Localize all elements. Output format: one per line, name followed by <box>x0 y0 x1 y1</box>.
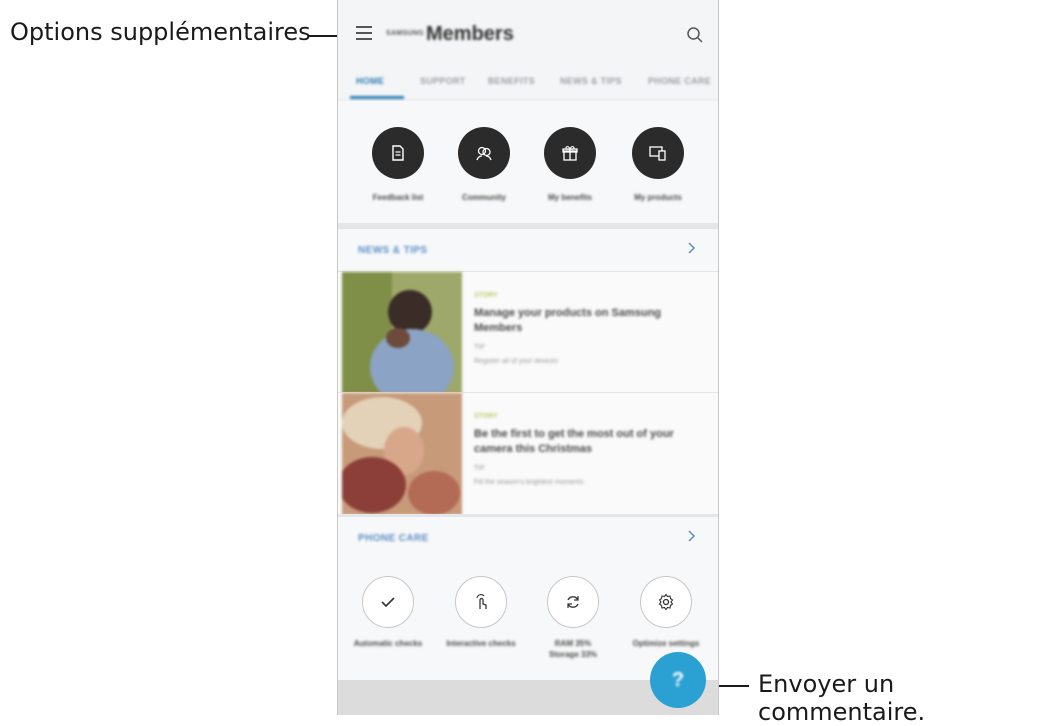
touch-icon <box>476 594 487 609</box>
phone-care-storage: Storage 33% <box>548 650 598 659</box>
quick-actions: Feedback list Community My benefits My p… <box>338 101 718 229</box>
callout-more-options: Options supplémentaires <box>10 18 311 46</box>
tab-home[interactable]: HOME <box>356 76 384 86</box>
app-title: Members <box>426 23 514 45</box>
news-subtitle: Register all of your devices <box>474 358 559 365</box>
phone-care-automatic-checks[interactable]: Automatic checks <box>343 576 433 649</box>
tab-benefits[interactable]: BENEFITS <box>488 76 535 86</box>
question-mark-icon: ? <box>671 668 685 691</box>
callout-send-feedback: Envoyer un commentaire. <box>758 670 926 726</box>
phone-care-interactive-checks[interactable]: Interactive checks <box>436 576 526 649</box>
quick-action-feedback-list[interactable]: Feedback list <box>358 127 438 202</box>
quick-action-label: Feedback list <box>372 193 424 202</box>
news-tips-title: NEWS & TIPS <box>358 245 428 256</box>
gift-icon <box>562 146 578 161</box>
menu-icon[interactable] <box>356 26 372 40</box>
tab-phone-care[interactable]: PHONE CARE <box>648 76 711 86</box>
document-icon <box>392 145 404 161</box>
news-subtitle: Fill the season's brightest moments <box>474 479 584 486</box>
devices-icon <box>649 146 666 161</box>
quick-action-label: My products <box>634 193 682 202</box>
tab-news-tips[interactable]: NEWS & TIPS <box>560 76 622 86</box>
phone-screen: SAMSUNG Members HOME SUPPORT BENEFITS NE… <box>337 0 719 715</box>
quick-action-label: My benefits <box>547 193 592 202</box>
quick-action-label: Community <box>462 193 506 202</box>
active-tab-indicator <box>350 96 404 99</box>
news-tips-header[interactable]: NEWS & TIPS <box>338 229 718 272</box>
quick-action-my-products[interactable]: My products <box>618 127 698 202</box>
phone-care-ram: RAM 35% <box>554 639 592 648</box>
tab-bar: HOME SUPPORT BENEFITS NEWS & TIPS PHONE … <box>338 70 718 101</box>
chevron-right-icon[interactable] <box>684 529 698 543</box>
tab-support[interactable]: SUPPORT <box>420 76 466 86</box>
phone-care-label: Interactive checks <box>446 639 516 648</box>
news-meta: TIP <box>474 465 485 472</box>
news-meta: TIP <box>474 344 485 351</box>
chevron-right-icon[interactable] <box>684 241 698 255</box>
phone-care-ram-storage[interactable]: RAM 35% Storage 33% <box>528 576 618 660</box>
refresh-icon <box>567 596 579 608</box>
people-icon <box>476 146 492 161</box>
news-title: Be the first to get the most out of your… <box>474 428 674 455</box>
check-icon <box>381 597 395 608</box>
app-bar: SAMSUNG Members <box>338 0 718 72</box>
news-item[interactable]: STORY Be the first to get the most out o… <box>338 392 718 515</box>
phone-care-optimize-settings[interactable]: Optimize settings <box>621 576 711 649</box>
search-icon[interactable] <box>686 26 704 44</box>
news-item[interactable]: STORY Manage your products on Samsung Me… <box>338 272 718 394</box>
phone-care-header[interactable]: PHONE CARE <box>338 517 718 560</box>
feedback-fab-button[interactable]: ? <box>650 652 706 708</box>
news-category: STORY <box>474 413 498 420</box>
news-title: Manage your products on Samsung Members <box>474 307 662 334</box>
phone-care-label: Automatic checks <box>353 639 423 648</box>
brand-prefix: SAMSUNG <box>386 30 424 37</box>
phone-care-title: PHONE CARE <box>358 533 429 544</box>
news-category: STORY <box>474 292 498 299</box>
news-thumbnail <box>342 393 462 515</box>
news-thumbnail <box>342 272 462 394</box>
settings-icon <box>658 593 674 611</box>
quick-action-community[interactable]: Community <box>444 127 524 202</box>
quick-action-my-benefits[interactable]: My benefits <box>530 127 610 202</box>
phone-care-label: Optimize settings <box>632 639 700 648</box>
